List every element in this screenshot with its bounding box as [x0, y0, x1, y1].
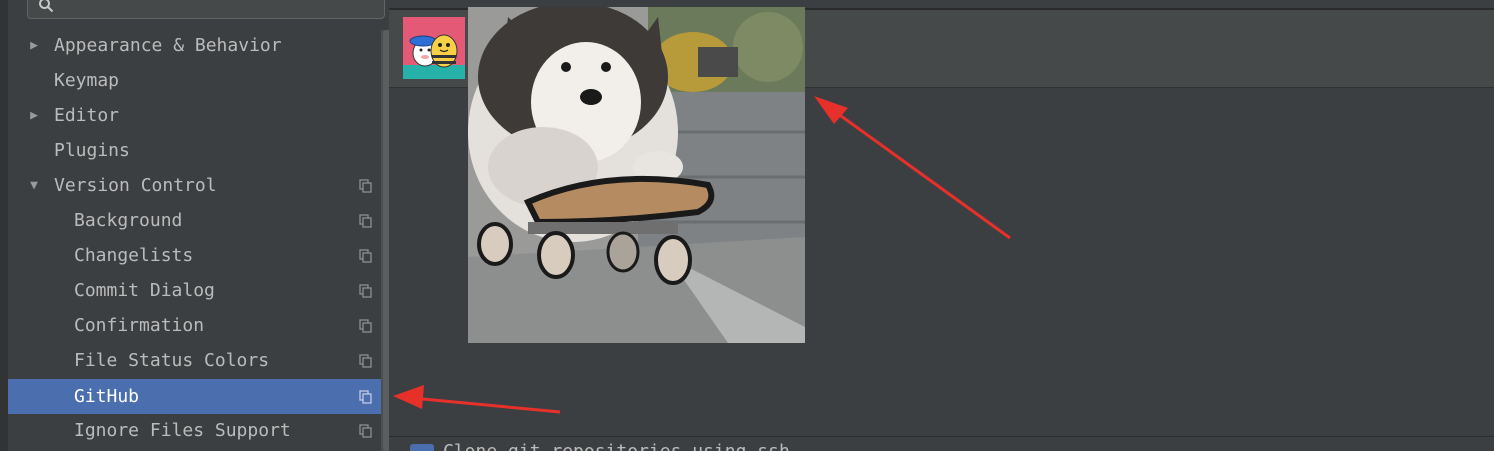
project-settings-icon [359, 179, 372, 193]
search-input[interactable] [27, 0, 385, 19]
dog-skateboard-illustration [468, 7, 805, 343]
tree-item-label: Changelists [74, 245, 194, 266]
tree-item-version-control[interactable]: ▼ Version Control [8, 168, 381, 203]
tree-item-background[interactable]: Background [8, 203, 381, 238]
project-settings-icon [359, 214, 372, 228]
project-settings-icon [359, 354, 372, 368]
settings-window: ▶ Appearance & Behavior Keymap ▶ Editor … [0, 0, 1494, 451]
project-settings-icon [359, 249, 372, 263]
tree-item-changelists[interactable]: Changelists [8, 238, 381, 273]
clone-ssh-label: Clone git repositories using ssh [443, 441, 790, 451]
settings-sidebar: ▶ Appearance & Behavior Keymap ▶ Editor … [8, 0, 393, 451]
divider [389, 436, 1494, 437]
tree-item-ignore-files-support[interactable]: Ignore Files Support [8, 413, 381, 448]
expand-arrow-icon[interactable]: ▶ [24, 98, 44, 133]
tree-item-label: Ignore Files Support [74, 420, 291, 441]
tree-item-label: Keymap [54, 70, 120, 91]
account-avatar [403, 17, 465, 79]
tree-item-keymap[interactable]: Keymap [8, 63, 381, 98]
tree-item-label: Editor [54, 105, 120, 126]
tree-item-label: Version Control [54, 175, 217, 196]
tree-item-label: File Status Colors [74, 350, 270, 371]
tree-item-github[interactable]: GitHub [8, 379, 389, 414]
tree-item-label: Background [74, 210, 183, 231]
tree-item-appearance-behavior[interactable]: ▶ Appearance & Behavior [8, 28, 381, 63]
collapse-arrow-icon[interactable]: ▼ [24, 168, 44, 203]
tree-item-editor[interactable]: ▶ Editor [8, 98, 381, 133]
tree-item-file-status-colors[interactable]: File Status Colors [8, 343, 381, 378]
window-edge [0, 0, 8, 451]
project-settings-icon [359, 424, 372, 438]
tree-item-label: Appearance & Behavior [54, 35, 282, 56]
cartoon-avatar-icon [403, 17, 465, 79]
dog-on-skateboard-image [468, 7, 805, 343]
settings-content-panel: Clone git repositories using ssh [389, 0, 1494, 451]
tree-item-plugins[interactable]: Plugins [8, 133, 381, 168]
tree-item-label: Confirmation [74, 315, 205, 336]
search-icon [39, 0, 54, 13]
project-settings-icon [359, 390, 372, 404]
expand-arrow-icon[interactable]: ▶ [24, 28, 44, 63]
clone-ssh-checkbox[interactable] [410, 444, 434, 451]
tree-item-confirmation[interactable]: Confirmation [8, 308, 381, 343]
project-settings-icon [359, 319, 372, 333]
tree-item-label: GitHub [74, 386, 140, 407]
tree-item-label: Commit Dialog [74, 280, 215, 301]
project-settings-icon [359, 284, 372, 298]
tree-item-label: Plugins [54, 140, 130, 161]
tree-item-commit-dialog[interactable]: Commit Dialog [8, 273, 381, 308]
